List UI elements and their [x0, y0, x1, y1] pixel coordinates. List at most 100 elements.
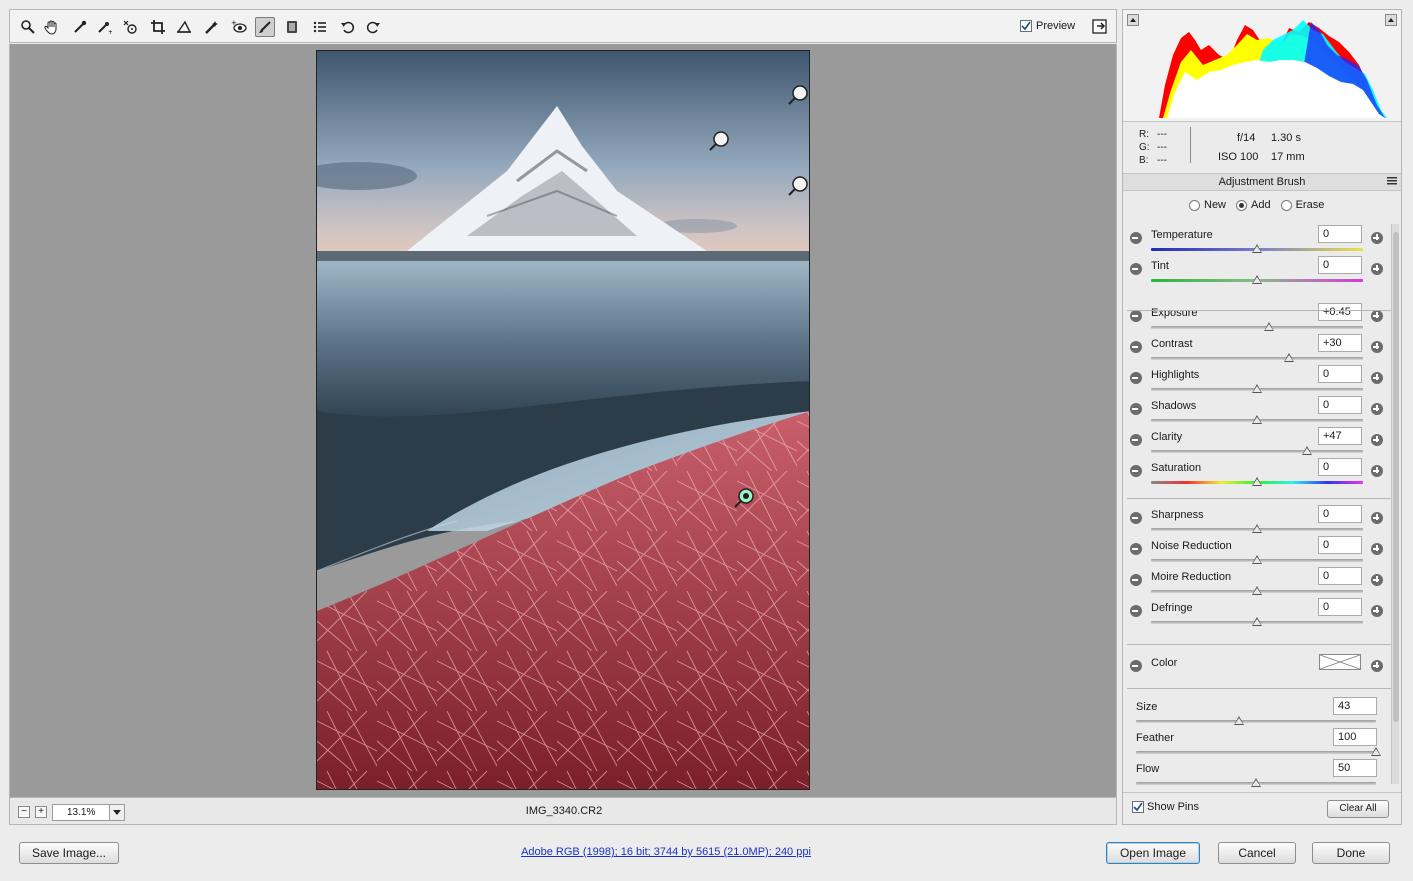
radio-circle-icon[interactable]	[1236, 199, 1248, 211]
brush-value-field[interactable]: 50	[1333, 759, 1377, 777]
done-button[interactable]: Done	[1312, 842, 1390, 864]
slider-track[interactable]	[1151, 450, 1363, 453]
plus-icon[interactable]	[1371, 605, 1383, 617]
show-pins-checkbox[interactable]: Show Pins	[1132, 801, 1199, 813]
slider-value-field[interactable]: 0	[1318, 458, 1362, 476]
crop-icon[interactable]	[148, 17, 168, 37]
minus-icon[interactable]	[1130, 543, 1142, 555]
slider-thumb[interactable]	[1251, 778, 1261, 787]
slider-track[interactable]	[1151, 357, 1363, 360]
slider-value-field[interactable]: +0.45	[1318, 303, 1362, 321]
slider-value-field[interactable]: 0	[1318, 598, 1362, 616]
show-pins-check-icon[interactable]	[1132, 801, 1144, 813]
preview-check-icon[interactable]	[1020, 20, 1032, 32]
color-sampler-icon[interactable]: +	[94, 17, 114, 37]
slider-value-field[interactable]: 0	[1318, 256, 1362, 274]
targeted-adjustment-icon[interactable]	[120, 17, 140, 37]
plus-icon[interactable]	[1371, 310, 1383, 322]
clear-all-button[interactable]: Clear All	[1327, 800, 1389, 818]
slider-value-field[interactable]: 0	[1318, 396, 1362, 414]
minus-icon[interactable]	[1130, 605, 1142, 617]
photo-preview[interactable]	[316, 50, 810, 790]
plus-icon[interactable]	[1371, 232, 1383, 244]
minus-icon[interactable]	[1130, 403, 1142, 415]
plus-icon[interactable]	[1371, 341, 1383, 353]
plus-icon[interactable]	[1371, 403, 1383, 415]
slider-thumb[interactable]	[1252, 275, 1262, 284]
minus-icon[interactable]	[1130, 310, 1142, 322]
hand-tool-icon[interactable]	[42, 17, 62, 37]
minus-icon[interactable]	[1130, 512, 1142, 524]
adjustment-pin[interactable]	[787, 84, 809, 108]
minus-icon[interactable]	[1130, 465, 1142, 477]
mode-add-radio[interactable]: Add	[1236, 199, 1271, 211]
slider-thumb[interactable]	[1301, 446, 1312, 455]
slider-thumb[interactable]	[1283, 353, 1294, 362]
minus-icon[interactable]	[1130, 434, 1142, 446]
fullscreen-toggle-icon[interactable]	[1090, 17, 1110, 37]
minus-icon[interactable]	[1130, 263, 1142, 275]
rotate-right-icon[interactable]	[363, 17, 383, 37]
adjustment-pin[interactable]	[787, 175, 809, 199]
slider-value-field[interactable]: 0	[1318, 225, 1362, 243]
slider-thumb[interactable]	[1252, 415, 1262, 424]
minus-icon[interactable]	[1130, 660, 1142, 672]
plus-icon[interactable]	[1371, 543, 1383, 555]
plus-icon[interactable]	[1371, 465, 1383, 477]
slider-track[interactable]	[1136, 751, 1376, 754]
radio-circle-icon[interactable]	[1280, 199, 1292, 211]
brush-value-field[interactable]: 43	[1333, 697, 1377, 715]
slider-thumb[interactable]	[1252, 477, 1262, 486]
preferences-icon[interactable]	[310, 17, 330, 37]
color-swatch[interactable]	[1319, 654, 1361, 670]
slider-value-field[interactable]: +47	[1318, 427, 1362, 445]
scrollbar-thumb[interactable]	[1393, 232, 1399, 722]
plus-icon[interactable]	[1371, 434, 1383, 446]
white-balance-icon[interactable]	[70, 17, 90, 37]
shadow-clipping-warning-icon[interactable]	[1127, 14, 1139, 26]
slider-track[interactable]	[1151, 326, 1363, 329]
plus-icon[interactable]	[1371, 263, 1383, 275]
panel-scrollbar[interactable]	[1391, 224, 1399, 784]
slider-value-field[interactable]: 0	[1318, 536, 1362, 554]
slider-thumb[interactable]	[1234, 716, 1245, 725]
mode-new-radio[interactable]: New	[1189, 199, 1226, 211]
slider-thumb[interactable]	[1371, 747, 1381, 756]
spot-removal-icon[interactable]	[202, 17, 222, 37]
adjustment-brush-icon[interactable]	[255, 17, 275, 37]
mode-erase-radio[interactable]: Erase	[1280, 199, 1324, 211]
brush-value-field[interactable]: 100	[1333, 728, 1377, 746]
slider-track[interactable]	[1136, 720, 1376, 723]
graduated-filter-icon[interactable]	[282, 17, 302, 37]
plus-icon[interactable]	[1371, 372, 1383, 384]
slider-thumb[interactable]	[1252, 384, 1262, 393]
active-adjustment-pin[interactable]	[733, 487, 757, 511]
minus-icon[interactable]	[1130, 574, 1142, 586]
slider-thumb[interactable]	[1263, 322, 1274, 331]
plus-icon[interactable]	[1371, 512, 1383, 524]
rotate-left-icon[interactable]	[338, 17, 358, 37]
slider-thumb[interactable]	[1252, 555, 1262, 564]
slider-value-field[interactable]: 0	[1318, 505, 1362, 523]
highlight-clipping-warning-icon[interactable]	[1385, 14, 1397, 26]
slider-thumb[interactable]	[1252, 617, 1262, 626]
image-canvas[interactable]	[9, 44, 1117, 797]
plus-icon[interactable]	[1371, 574, 1383, 586]
adjustment-pin[interactable]	[708, 130, 732, 154]
panel-menu-icon[interactable]	[1387, 177, 1397, 185]
zoom-tool-icon[interactable]	[18, 17, 38, 37]
slider-thumb[interactable]	[1252, 524, 1262, 533]
preview-checkbox[interactable]: Preview	[1020, 20, 1075, 32]
red-eye-icon[interactable]: +	[229, 17, 249, 37]
minus-icon[interactable]	[1130, 372, 1142, 384]
plus-icon[interactable]	[1371, 660, 1383, 672]
minus-icon[interactable]	[1130, 341, 1142, 353]
radio-circle-icon[interactable]	[1189, 199, 1200, 211]
slider-value-field[interactable]: 0	[1318, 365, 1362, 383]
slider-thumb[interactable]	[1252, 586, 1262, 595]
slider-thumb[interactable]	[1252, 244, 1262, 253]
slider-value-field[interactable]: +30	[1318, 334, 1362, 352]
straighten-icon[interactable]	[174, 17, 194, 37]
cancel-button[interactable]: Cancel	[1218, 842, 1296, 864]
slider-value-field[interactable]: 0	[1318, 567, 1362, 585]
